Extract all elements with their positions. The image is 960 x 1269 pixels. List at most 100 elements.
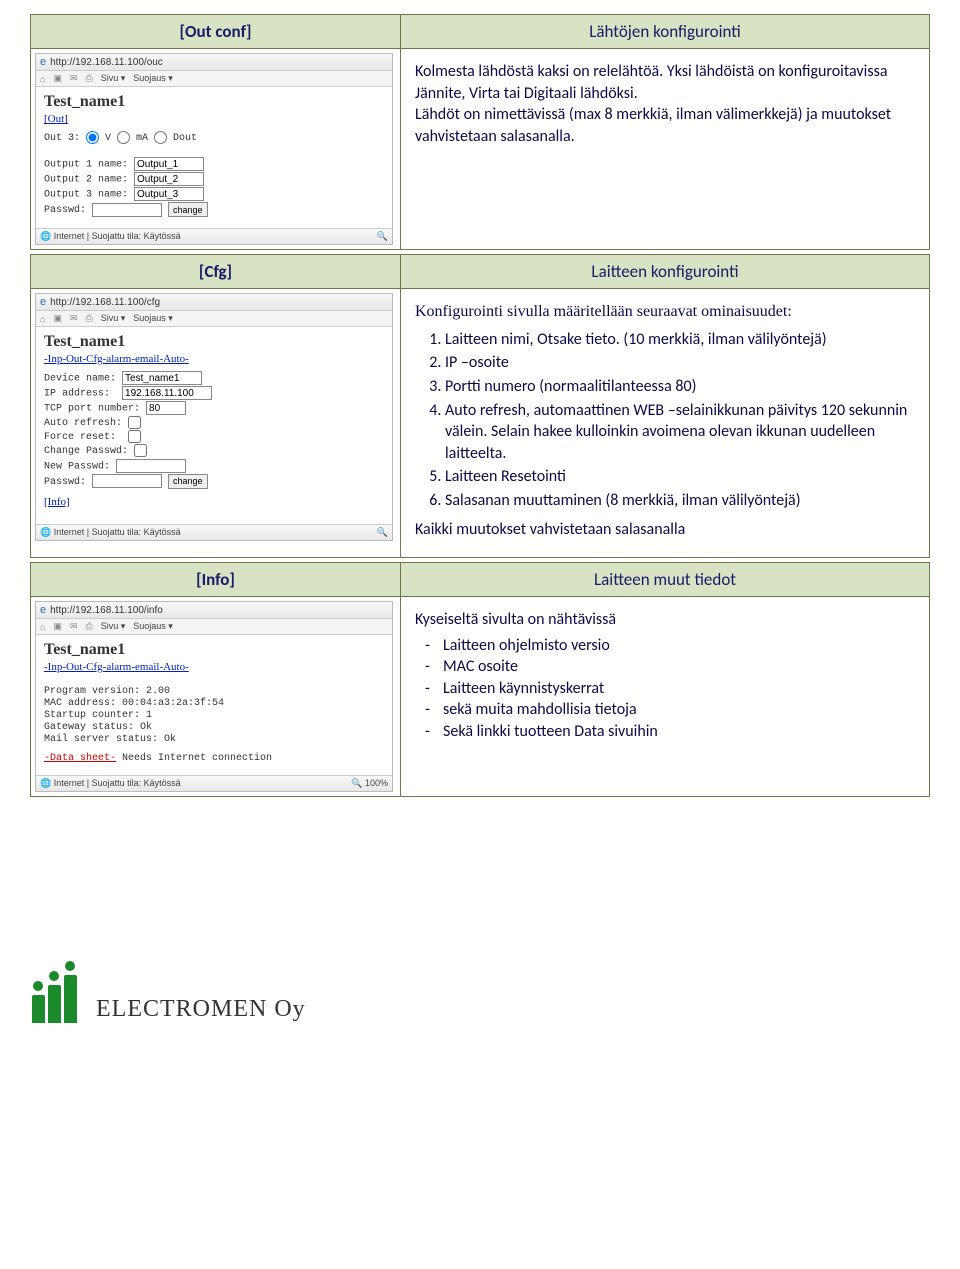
ip-input[interactable] <box>122 386 212 400</box>
output3-row: Output 3 name: <box>44 187 384 201</box>
nav-link[interactable]: -Inp-Out-Cfg-alarm-email-Auto- <box>44 353 384 365</box>
page-title: Test_name1 <box>44 641 384 659</box>
zoom-indicator: 🔍 <box>377 527 388 538</box>
page-title: Test_name1 <box>44 333 384 351</box>
info-screenshot-cell: e http://192.168.11.100/info ⌂ ▣ ✉ ⎙ Siv… <box>31 597 401 797</box>
cfg-body: Konfigurointi sivulla määritellään seura… <box>401 289 930 558</box>
menu-suojaus[interactable]: Suojaus ▾ <box>133 73 173 84</box>
browser-url: http://192.168.11.100/info <box>50 605 163 616</box>
output3-input[interactable] <box>134 187 204 201</box>
passwd-input[interactable] <box>92 474 162 488</box>
info-section: [Info] Laitteen muut tiedot e http://192… <box>30 562 930 797</box>
print-icon[interactable]: ⎙ <box>86 73 93 84</box>
browser-iconrow: ⌂ ▣ ✉ ⎙ Sivu ▾ Suojaus ▾ <box>36 619 392 635</box>
cfg-item-6: Salasanan muuttaminen (8 merkkiä, ilman … <box>445 490 915 512</box>
chpasswd-row: Change Passwd: <box>44 444 384 457</box>
browser-statusbar: 🌐 Internet | Suojattu tila: Käytössä 🔍 <box>36 524 392 540</box>
browser-iconrow: ⌂ ▣ ✉ ⎙ Sivu ▾ Suojaus ▾ <box>36 311 392 327</box>
newpasswd-input[interactable] <box>116 459 186 473</box>
ie-icon: e <box>40 56 46 68</box>
cfg-section: [Cfg] Laitteen konfigurointi e http://19… <box>30 254 930 558</box>
out-link[interactable]: [Out] <box>44 113 384 125</box>
passwd-row: Passwd: change <box>44 202 384 217</box>
output2-input[interactable] <box>134 172 204 186</box>
home-icon[interactable]: ⌂ <box>40 622 45 632</box>
info-item-5: Sekä linkki tuotteen Data sivuihin <box>443 721 915 743</box>
datasheet-line: -Data sheet- Needs Internet connection <box>44 753 384 764</box>
out-conf-section: [Out conf] Lähtöjen konfigurointi e http… <box>30 14 930 250</box>
page-footer: ELECTROMEN Oy <box>30 967 930 1023</box>
mac-addr: MAC address: 00:04:a3:2a:3f:54 <box>44 698 384 709</box>
cfg-intro: Konfigurointi sivulla määritellään seura… <box>415 301 915 323</box>
out3-ma-radio[interactable] <box>117 131 130 144</box>
globe-icon: 🌐 <box>40 778 51 788</box>
browser-window-info: e http://192.168.11.100/info ⌂ ▣ ✉ ⎙ Siv… <box>35 601 393 792</box>
output2-row: Output 2 name: <box>44 172 384 186</box>
out3-dout-radio[interactable] <box>154 131 167 144</box>
browser-window-cfg: e http://192.168.11.100/cfg ⌂ ▣ ✉ ⎙ Sivu… <box>35 293 393 540</box>
prog-ver: Program version: 2.00 <box>44 686 384 697</box>
passwd-row: Passwd: change <box>44 474 384 489</box>
mail-icon[interactable]: ✉ <box>70 621 78 632</box>
cfg-item-5: Laitteen Resetointi <box>445 466 915 488</box>
home-icon[interactable]: ⌂ <box>40 74 45 84</box>
devname-input[interactable] <box>122 371 202 385</box>
out-conf-text: Kolmesta lähdöstä kaksi on relelähtöä. Y… <box>415 61 915 147</box>
menu-suojaus[interactable]: Suojaus ▾ <box>133 621 173 632</box>
menu-sivu[interactable]: Sivu ▾ <box>101 313 126 324</box>
info-item-2: MAC osoite <box>443 656 915 678</box>
home-icon[interactable]: ⌂ <box>40 314 45 324</box>
cfg-item-3: Portti numero (normaalitilanteessa 80) <box>445 376 915 398</box>
nav-link[interactable]: -Inp-Out-Cfg-alarm-email-Auto- <box>44 661 384 673</box>
ie-icon: e <box>40 604 46 616</box>
ie-icon: e <box>40 296 46 308</box>
change-button[interactable]: change <box>168 474 208 489</box>
cfg-label: [Cfg] <box>31 255 401 289</box>
autorefresh-check[interactable] <box>128 416 141 429</box>
autorefresh-row: Auto refresh: <box>44 416 384 429</box>
info-link[interactable]: [Info] <box>44 496 384 508</box>
browser-url: http://192.168.11.100/cfg <box>50 297 160 308</box>
browser-body-info: Test_name1 -Inp-Out-Cfg-alarm-email-Auto… <box>36 635 392 775</box>
out-conf-label: [Out conf] <box>31 15 401 49</box>
feed-icon[interactable]: ▣ <box>53 621 62 632</box>
mailserver-status: Mail server status: Ok <box>44 734 384 745</box>
out3-v-radio[interactable] <box>86 131 99 144</box>
forcereset-check[interactable] <box>128 430 141 443</box>
startup-counter: Startup counter: 1 <box>44 710 384 721</box>
mail-icon[interactable]: ✉ <box>70 313 78 324</box>
devname-row: Device name: <box>44 371 384 385</box>
menu-suojaus[interactable]: Suojaus ▾ <box>133 313 173 324</box>
feed-icon[interactable]: ▣ <box>53 313 62 324</box>
status-text: Internet | Suojattu tila: Käytössä <box>54 527 181 537</box>
chpasswd-check[interactable] <box>134 444 147 457</box>
info-item-4: sekä muita mahdollisia tietoja <box>443 699 915 721</box>
cfg-item-1: Laitteen nimi, Otsake tieto. (10 merkkiä… <box>445 329 915 351</box>
browser-statusbar: 🌐 Internet | Suojattu tila: Käytössä 🔍 1… <box>36 775 392 791</box>
status-text: Internet | Suojattu tila: Käytössä <box>54 231 181 241</box>
output1-input[interactable] <box>134 157 204 171</box>
menu-sivu[interactable]: Sivu ▾ <box>101 621 126 632</box>
ip-row: IP address: <box>44 386 384 400</box>
gateway-status: Gateway status: Ok <box>44 722 384 733</box>
browser-addressbar: e http://192.168.11.100/cfg <box>36 294 392 311</box>
cfg-screenshot-cell: e http://192.168.11.100/cfg ⌂ ▣ ✉ ⎙ Sivu… <box>31 289 401 558</box>
print-icon[interactable]: ⎙ <box>86 313 93 324</box>
feed-icon[interactable]: ▣ <box>53 73 62 84</box>
mail-icon[interactable]: ✉ <box>70 73 78 84</box>
browser-statusbar: 🌐 Internet | Suojattu tila: Käytössä 🔍 <box>36 228 392 244</box>
print-icon[interactable]: ⎙ <box>86 621 93 632</box>
browser-body-cfg: Test_name1 -Inp-Out-Cfg-alarm-email-Auto… <box>36 327 392 523</box>
passwd-input[interactable] <box>92 203 162 217</box>
change-button[interactable]: change <box>168 202 208 217</box>
browser-iconrow: ⌂ ▣ ✉ ⎙ Sivu ▾ Suojaus ▾ <box>36 71 392 87</box>
port-input[interactable] <box>146 401 186 415</box>
company-name: ELECTROMEN Oy <box>96 996 306 1023</box>
globe-icon: 🌐 <box>40 231 51 241</box>
menu-sivu[interactable]: Sivu ▾ <box>101 73 126 84</box>
info-title: Laitteen muut tiedot <box>401 563 930 597</box>
forcereset-row: Force reset: <box>44 430 384 443</box>
zoom-indicator: 🔍 100% <box>351 778 388 789</box>
out-conf-body: Kolmesta lähdöstä kaksi on relelähtöä. Y… <box>401 49 930 250</box>
status-text: Internet | Suojattu tila: Käytössä <box>54 778 181 788</box>
